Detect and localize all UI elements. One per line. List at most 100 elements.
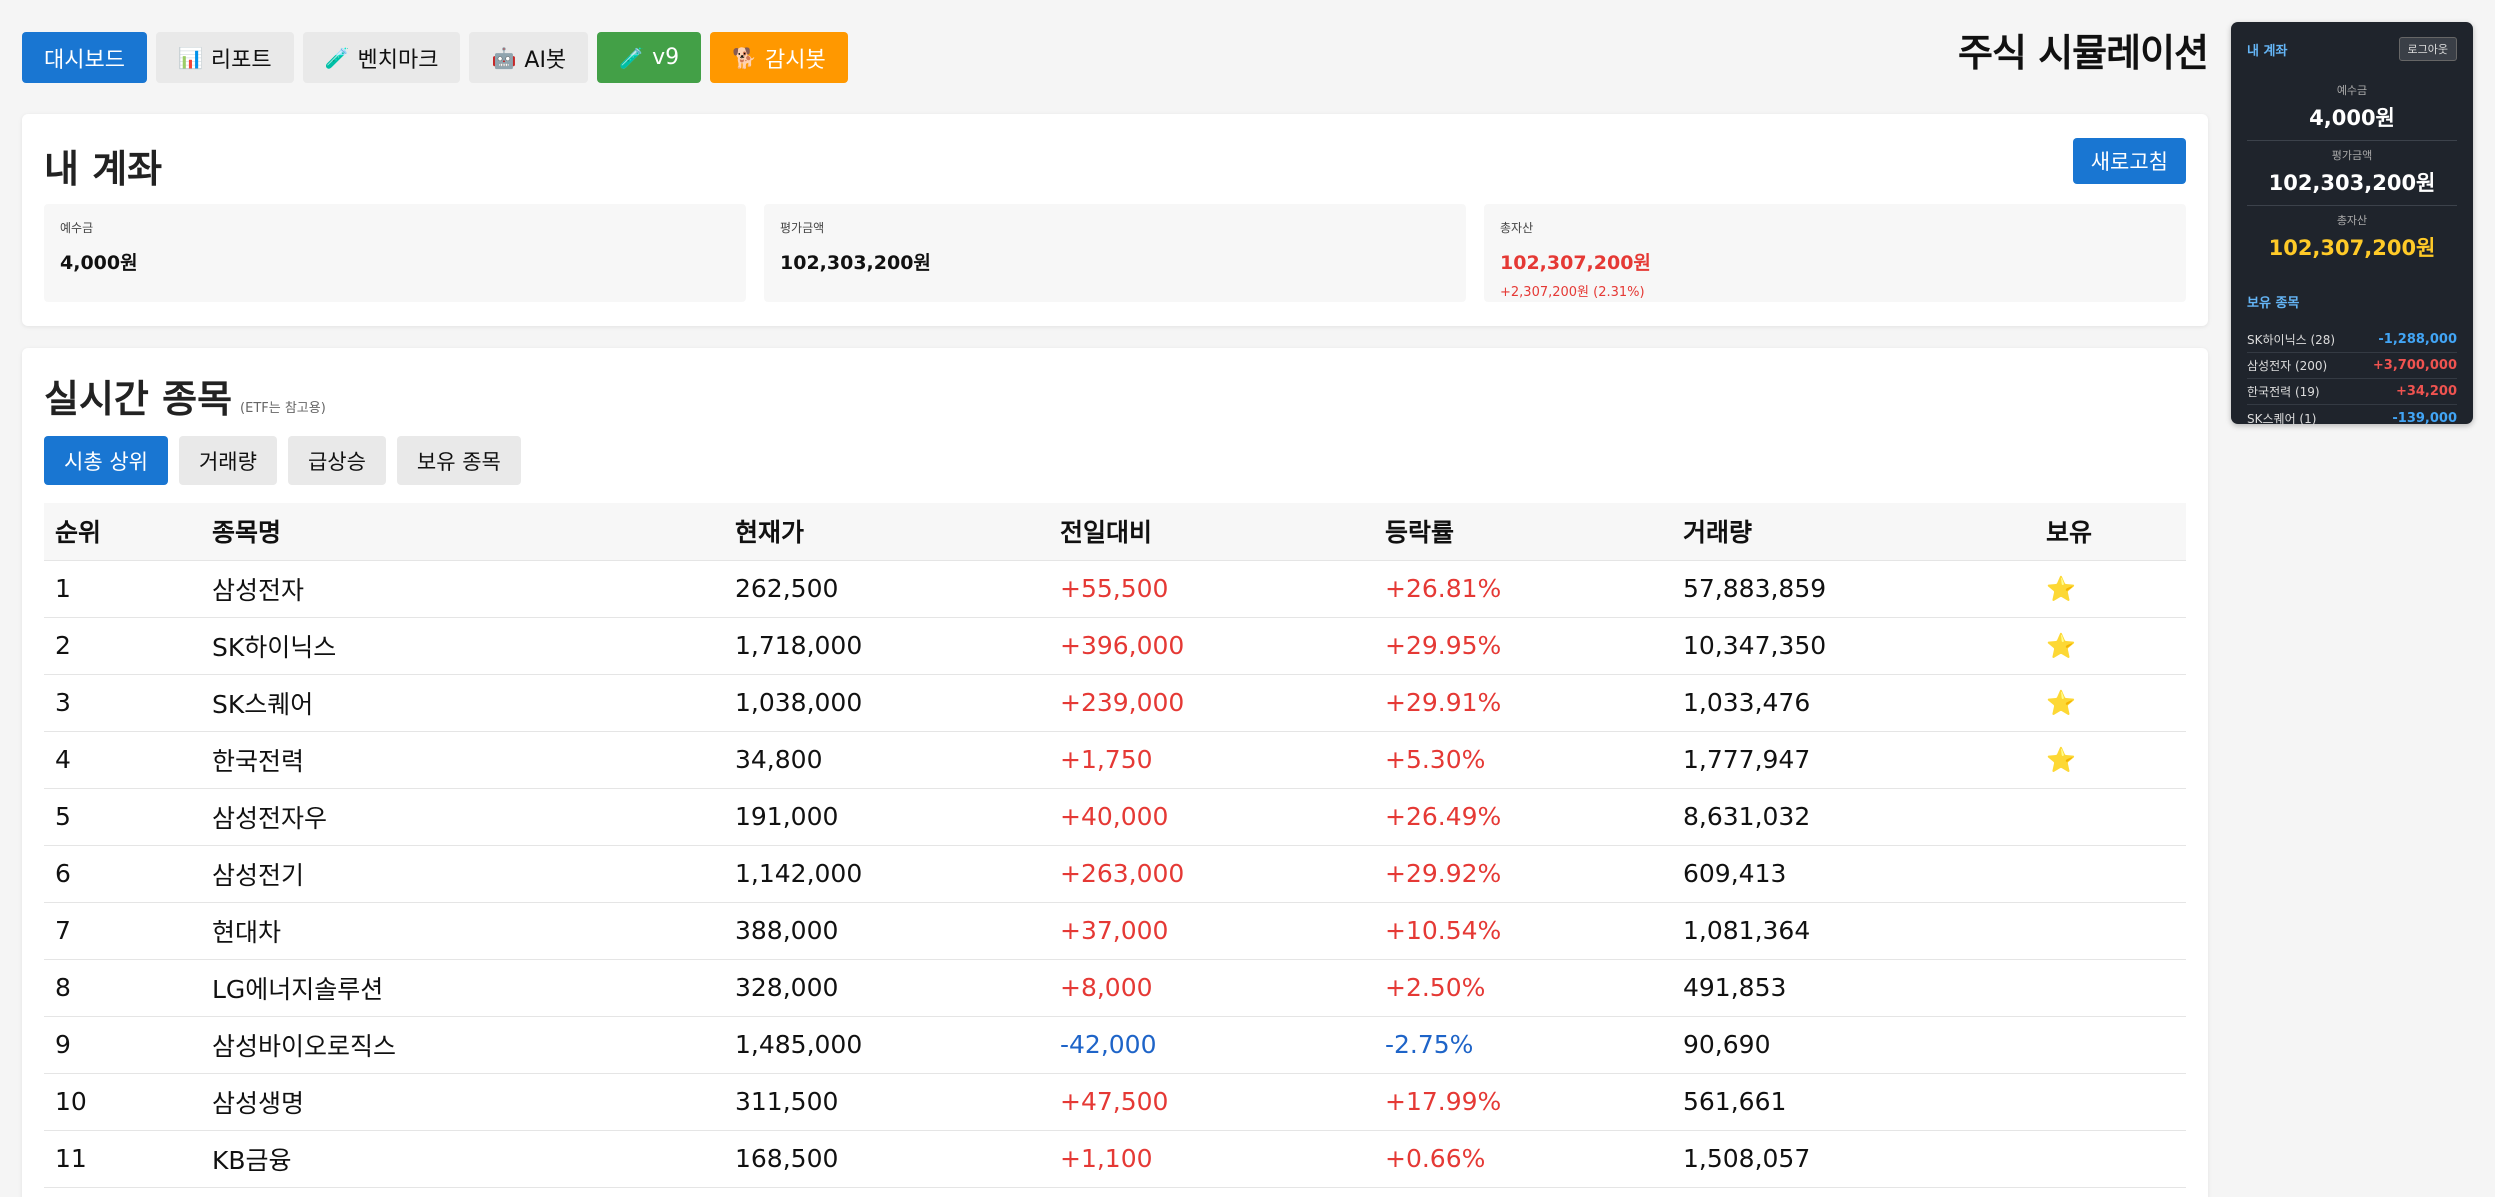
cell-rank: 10 [44,1073,201,1131]
cell-held [2035,902,2186,960]
cell-diff: +47,500 [1049,1073,1374,1131]
cell-rate: +26.81% [1374,560,1672,618]
table-row[interactable]: 11 KB금융 168,500 +1,100 +0.66% 1,508,057 [44,1130,2186,1188]
market-tabs: 시총 상위 거래량 급상승 보유 종목 [44,436,521,485]
cell-name: 삼성전자 [201,560,724,618]
col-rate[interactable]: 등락률 [1374,503,1672,561]
account-card: 내 계좌 새로고침 예수금 4,000원 평가금액 102,303,200원 총… [22,114,2208,326]
tab-market-cap[interactable]: 시총 상위 [44,436,168,485]
holding-item[interactable]: 삼성전자 (200) +3,700,000 [2247,353,2457,379]
logout-button[interactable]: 로그아웃 [2398,37,2457,61]
cell-rate: +10.54% [1374,902,1672,960]
holding-item[interactable]: SK하이닉스 (28) -1,288,000 [2247,327,2457,353]
table-row[interactable]: 5 삼성전자우 191,000 +40,000 +26.49% 8,631,032 [44,788,2186,846]
col-diff[interactable]: 전일대비 [1049,503,1374,561]
tab-volume[interactable]: 거래량 [178,436,277,485]
robot-icon: 🤖 [491,45,517,70]
cell-rank: 2 [44,617,201,675]
market-title: 실시간 종목 [44,377,233,421]
cell-name: 한국전력 [201,731,724,789]
table-row[interactable]: 6 삼성전기 1,142,000 +263,000 +29.92% 609,413 [44,845,2186,903]
market-card: 실시간 종목 (ETF는 참고용) 시총 상위 거래량 급상승 보유 종목 순위… [22,348,2208,1197]
cell-volume: 57,883,859 [1672,560,2035,618]
nav-watchbot-button[interactable]: 🐕 감시봇 [710,32,848,83]
cell-held [2035,959,2186,1017]
cell-held [2035,1016,2186,1074]
deposit-label: 예수금 [60,221,94,235]
cell-diff: +8,000 [1049,959,1374,1017]
holding-name: SK하이닉스 (28) [2247,333,2336,347]
cell-price: 328,000 [724,959,1049,1017]
table-row[interactable]: 7 현대차 388,000 +37,000 +10.54% 1,081,364 [44,902,2186,960]
cell-name: LG에너지솔루션 [201,959,724,1017]
holding-item[interactable]: 한국전력 (19) +34,200 [2247,379,2457,405]
evaluation-value: 102,303,200원 [780,252,931,274]
nav-dashboard-button[interactable]: 대시보드 [22,32,147,83]
cell-volume: 1,777,947 [1672,731,2035,789]
col-price[interactable]: 현재가 [724,503,1049,561]
cell-rank: 1 [44,560,201,618]
col-volume[interactable]: 거래량 [1672,503,2035,561]
cell-name: SK하이닉스 [201,617,724,675]
col-name[interactable]: 종목명 [201,503,724,561]
cell-rank: 11 [44,1130,201,1188]
test-tube-icon: 🧪 [619,45,645,70]
side-deposit-value: 4,000원 [2309,106,2395,130]
cell-name: 삼성바이오로직스 [201,1016,724,1074]
nav-v9-button[interactable]: 🧪 v9 [597,32,702,83]
tab-surge[interactable]: 급상승 [287,436,386,485]
cell-volume: 561,661 [1672,1073,2035,1131]
cell-held [2035,1073,2186,1131]
table-row[interactable]: 2 SK하이닉스 1,718,000 +396,000 +29.95% 10,347,35… [44,617,2186,675]
app-title: 주식 시뮬레이션 [1958,31,2209,75]
table-row[interactable]: 10 삼성생명 311,500 +47,500 +17.99% 561,661 [44,1073,2186,1131]
side-evaluation: 평가금액 102,303,200원 [2247,147,2457,197]
cell-held: ⭐ [2035,731,2186,789]
cell-rate: +0.66% [1374,1130,1672,1188]
cell-volume: 8,631,032 [1672,788,2035,846]
divider [2247,140,2457,141]
cell-diff: +239,000 [1049,674,1374,732]
nav-report-button[interactable]: 📊 리포트 [155,32,294,83]
total-value: 102,307,200원 [1500,252,1651,274]
table-row[interactable]: 3 SK스퀘어 1,038,000 +239,000 +29.91% 1,033,476 ⭐ [44,674,2186,732]
holding-profit: -1,288,000 [2378,332,2457,347]
tab-holdings[interactable]: 보유 종목 [396,436,521,485]
cell-name: KB금융 [201,1130,724,1188]
cell-volume: 1,081,364 [1672,902,2035,960]
col-held[interactable]: 보유 [2035,503,2186,561]
cell-diff: +40,000 [1049,788,1374,846]
bar-chart-icon: 📊 [177,45,203,70]
table-row[interactable]: 1 삼성전자 262,500 +55,500 +26.81% 57,883,859 ⭐ [44,560,2186,618]
side-account-panel: 내 계좌 로그아웃 예수금 4,000원 평가금액 102,303,200원 총… [2231,22,2473,426]
cell-held [2035,845,2186,903]
cell-held: ⭐ [2035,560,2186,618]
cell-rank: 4 [44,731,201,789]
nav-benchmark-label: 벤치마크 [357,47,439,73]
table-row[interactable]: 8 LG에너지솔루션 328,000 +8,000 +2.50% 491,853 [44,959,2186,1017]
cell-volume: 1,508,057 [1672,1130,2035,1188]
cell-held [2035,788,2186,846]
cell-price: 168,500 [724,1130,1049,1188]
holding-name: 한국전력 (19) [2247,385,2320,399]
holding-profit: +3,700,000 [2372,358,2457,373]
cell-volume: 90,690 [1672,1016,2035,1074]
deposit-stat: 예수금 4,000원 [44,204,746,302]
cell-held: ⭐ [2035,617,2186,675]
cell-price: 1,038,000 [724,674,1049,732]
table-row[interactable]: 9 삼성바이오로직스 1,485,000 -42,000 -2.75% 90,690 [44,1016,2186,1074]
nav-v9-label: v9 [652,45,680,70]
star-icon: ⭐ [2046,632,2076,660]
holdings-title: 보유 종목 [2247,296,2300,311]
side-evaluation-label: 평가금액 [2331,149,2373,162]
nav-aibot-button[interactable]: 🤖 AI봇 [469,32,589,83]
holding-name: 삼성전자 (200) [2247,359,2328,373]
top-nav: 대시보드 📊 리포트 🧪 벤치마크 🤖 AI봇 🧪 v9 🐕 감시봇 [22,32,848,83]
cell-price: 311,500 [724,1073,1049,1131]
table-row[interactable]: 4 한국전력 34,800 +1,750 +5.30% 1,777,947 ⭐ [44,731,2186,789]
cell-volume: 1,033,476 [1672,674,2035,732]
holding-item[interactable]: SK스퀘어 (1) -139,000 [2247,405,2457,431]
nav-benchmark-button[interactable]: 🧪 벤치마크 [302,32,461,83]
col-rank[interactable]: 순위 [44,503,201,561]
refresh-button[interactable]: 새로고침 [2072,138,2186,184]
